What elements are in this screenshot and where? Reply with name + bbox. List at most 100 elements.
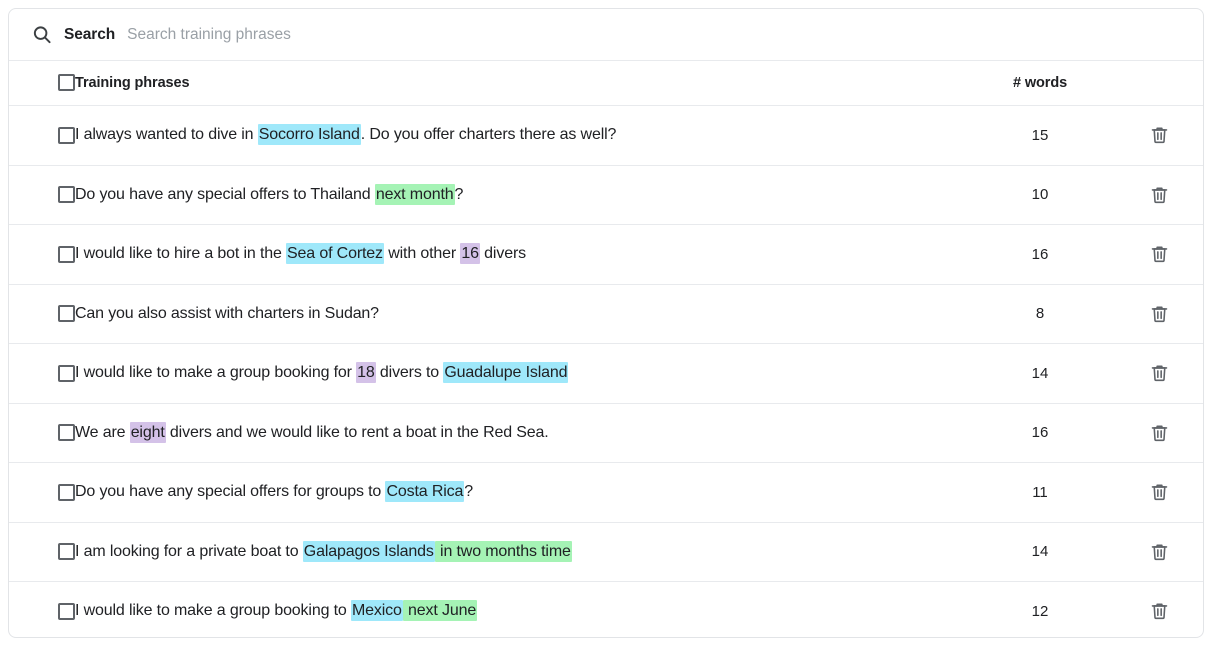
highlight-entity: Costa Rica <box>385 481 464 502</box>
highlight-entity: Mexico <box>351 600 403 621</box>
delete-cell <box>1115 106 1203 166</box>
row-select-cell <box>9 463 75 523</box>
phrase-cell[interactable]: I would like to make a group booking for… <box>75 344 965 404</box>
table-row[interactable]: We are eight divers and we would like to… <box>9 403 1203 463</box>
delete-cell <box>1115 522 1203 582</box>
word-count-cell: 15 <box>965 106 1115 166</box>
row-checkbox[interactable] <box>58 186 75 203</box>
table-row[interactable]: I am looking for a private boat to Galap… <box>9 522 1203 582</box>
trash-icon[interactable] <box>1149 422 1170 444</box>
table-row[interactable]: I always wanted to dive in Socorro Islan… <box>9 106 1203 166</box>
phrase-cell[interactable]: We are eight divers and we would like to… <box>75 403 965 463</box>
word-count-cell: 16 <box>965 225 1115 285</box>
table-row[interactable]: I would like to make a group booking to … <box>9 582 1203 639</box>
row-checkbox[interactable] <box>58 127 75 144</box>
phrase-text: We are eight divers and we would like to… <box>75 422 549 443</box>
phrase-segment: I would like to make a group booking for <box>75 364 356 381</box>
row-checkbox[interactable] <box>58 424 75 441</box>
table-row[interactable]: I would like to hire a bot in the Sea of… <box>9 225 1203 285</box>
phrase-segment: I would like to make a group booking to <box>75 602 351 619</box>
search-icon <box>31 24 53 46</box>
phrase-segment: We are <box>75 424 130 441</box>
phrase-cell[interactable]: Do you have any special offers for group… <box>75 463 965 523</box>
table-row[interactable]: Do you have any special offers to Thaila… <box>9 165 1203 225</box>
phrase-cell[interactable]: I always wanted to dive in Socorro Islan… <box>75 106 965 166</box>
trash-icon[interactable] <box>1149 243 1170 265</box>
word-count-cell: 12 <box>965 582 1115 639</box>
table-body: Training phrases # words I always wanted… <box>9 61 1203 638</box>
phrase-text: Do you have any special offers for group… <box>75 481 473 502</box>
trash-icon[interactable] <box>1149 600 1170 622</box>
phrase-text: Can you also assist with charters in Sud… <box>75 305 379 322</box>
phrase-text: I am looking for a private boat to Galap… <box>75 541 572 562</box>
search-input[interactable] <box>127 23 1183 47</box>
table-row[interactable]: Do you have any special offers for group… <box>9 463 1203 523</box>
row-select-cell <box>9 106 75 166</box>
header-cell-words: # words <box>965 61 1115 106</box>
word-count-cell: 8 <box>965 284 1115 344</box>
highlight-time: next June <box>403 600 477 621</box>
phrase-segment: divers <box>480 245 526 262</box>
trash-icon[interactable] <box>1149 362 1170 384</box>
search-label: Search <box>64 26 115 44</box>
row-select-cell <box>9 225 75 285</box>
word-count-cell: 14 <box>965 522 1115 582</box>
row-select-cell <box>9 403 75 463</box>
phrase-cell[interactable]: I would like to make a group booking to … <box>75 582 965 639</box>
phrase-segment: I always wanted to dive in <box>75 126 258 143</box>
row-checkbox[interactable] <box>58 603 75 620</box>
phrase-cell[interactable]: Can you also assist with charters in Sud… <box>75 284 965 344</box>
header-label-phrases: Training phrases <box>75 75 189 91</box>
delete-cell <box>1115 284 1203 344</box>
row-select-cell <box>9 582 75 639</box>
phrase-segment: Can you also assist with charters in Sud… <box>75 305 379 322</box>
table-row[interactable]: Can you also assist with charters in Sud… <box>9 284 1203 344</box>
row-checkbox[interactable] <box>58 246 75 263</box>
trash-icon[interactable] <box>1149 124 1170 146</box>
word-count-cell: 10 <box>965 165 1115 225</box>
row-checkbox[interactable] <box>58 365 75 382</box>
highlight-entity: Socorro Island <box>258 124 361 145</box>
select-all-checkbox[interactable] <box>58 74 75 91</box>
trash-icon[interactable] <box>1149 481 1170 503</box>
delete-cell <box>1115 225 1203 285</box>
trash-icon[interactable] <box>1149 303 1170 325</box>
trash-icon[interactable] <box>1149 541 1170 563</box>
phrase-segment: Do you have any special offers to Thaila… <box>75 186 375 203</box>
phrase-segment: divers to <box>376 364 444 381</box>
word-count-cell: 16 <box>965 403 1115 463</box>
phrase-segment: I would like to hire a bot in the <box>75 245 286 262</box>
trash-icon[interactable] <box>1149 184 1170 206</box>
row-checkbox[interactable] <box>58 484 75 501</box>
phrase-cell[interactable]: Do you have any special offers to Thaila… <box>75 165 965 225</box>
phrase-cell[interactable]: I am looking for a private boat to Galap… <box>75 522 965 582</box>
phrase-segment: ? <box>455 186 464 203</box>
table-header-row: Training phrases # words <box>9 61 1203 106</box>
search-bar: Search <box>9 9 1203 61</box>
header-cell-delete <box>1115 61 1203 106</box>
phrase-segment: Do you have any special offers for group… <box>75 483 385 500</box>
delete-cell <box>1115 582 1203 639</box>
highlight-time: in two months time <box>435 541 572 562</box>
word-count-cell: 14 <box>965 344 1115 404</box>
phrase-cell[interactable]: I would like to hire a bot in the Sea of… <box>75 225 965 285</box>
phrase-segment: ? <box>464 483 473 500</box>
phrase-text: I would like to make a group booking for… <box>75 362 568 383</box>
phrase-segment: I am looking for a private boat to <box>75 543 303 560</box>
highlight-time: next month <box>375 184 455 205</box>
training-phrases-table: Training phrases # words I always wanted… <box>9 61 1203 638</box>
word-count-cell: 11 <box>965 463 1115 523</box>
phrase-text: I would like to make a group booking to … <box>75 600 477 621</box>
header-label-words: # words <box>1013 75 1067 91</box>
phrase-text: I would like to hire a bot in the Sea of… <box>75 243 526 264</box>
highlight-entity: Galapagos Islands <box>303 541 435 562</box>
row-checkbox[interactable] <box>58 543 75 560</box>
row-select-cell <box>9 344 75 404</box>
phrase-segment: divers and we would like to rent a boat … <box>166 424 549 441</box>
table-row[interactable]: I would like to make a group booking for… <box>9 344 1203 404</box>
header-cell-phrases: Training phrases <box>75 61 965 106</box>
phrase-text: Do you have any special offers to Thaila… <box>75 184 463 205</box>
row-checkbox[interactable] <box>58 305 75 322</box>
select-all-cell <box>9 61 75 106</box>
delete-cell <box>1115 403 1203 463</box>
